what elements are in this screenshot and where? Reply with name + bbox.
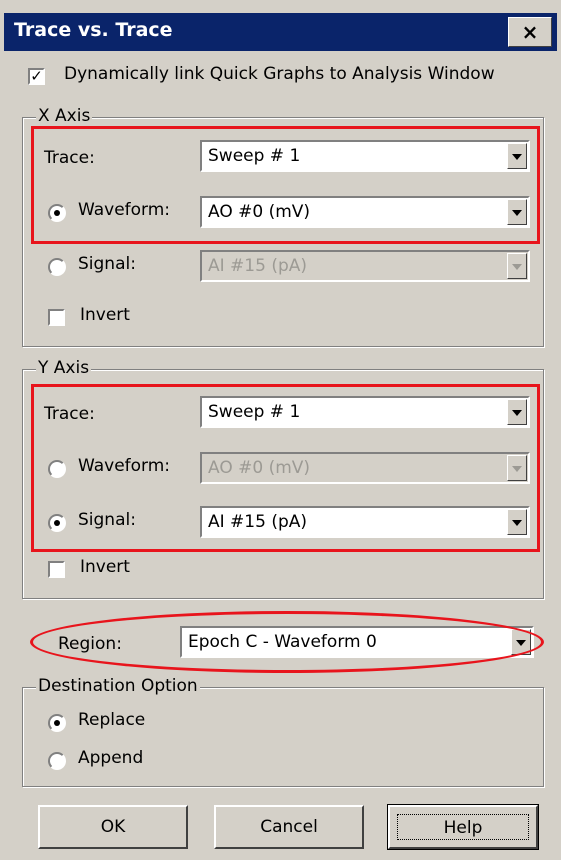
help-button[interactable]: Help: [387, 804, 539, 850]
y-signal-radio[interactable]: [48, 514, 66, 532]
cancel-button[interactable]: Cancel: [214, 805, 364, 849]
y-waveform-select: AO #0 (mV): [200, 452, 530, 484]
y-invert-label: Invert: [80, 557, 130, 577]
y-signal-label: Signal:: [78, 510, 136, 530]
y-waveform-radio[interactable]: [48, 460, 66, 478]
replace-label: Replace: [78, 710, 146, 730]
title-bar[interactable]: Trace vs. Trace: [4, 13, 557, 51]
chevron-down-icon[interactable]: [507, 399, 527, 425]
y-signal-select[interactable]: AI #15 (pA): [200, 506, 530, 538]
dialog-title: Trace vs. Trace: [14, 19, 173, 41]
x-waveform-label: Waveform:: [78, 200, 171, 220]
x-trace-label: Trace:: [44, 148, 95, 168]
x-signal-value: AI #15 (pA): [208, 256, 308, 276]
y-trace-value: Sweep # 1: [208, 402, 301, 422]
chevron-down-icon: [507, 253, 527, 279]
region-value: Epoch C - Waveform 0: [188, 632, 377, 652]
x-waveform-select[interactable]: AO #0 (mV): [200, 196, 530, 228]
trace-vs-trace-dialog: Trace vs. Trace × ✓ Dynamically link Qui…: [0, 0, 561, 860]
region-select[interactable]: Epoch C - Waveform 0: [180, 626, 534, 658]
y-waveform-label: Waveform:: [78, 456, 171, 476]
ok-button[interactable]: OK: [38, 805, 188, 849]
help-button-label: Help: [443, 818, 483, 838]
append-label: Append: [78, 748, 144, 768]
x-waveform-value: AO #0 (mV): [208, 202, 311, 222]
x-trace-value: Sweep # 1: [208, 146, 301, 166]
destination-group-label: Destination Option: [36, 676, 200, 696]
append-radio[interactable]: [48, 752, 66, 770]
x-trace-select[interactable]: Sweep # 1: [200, 140, 530, 172]
chevron-down-icon[interactable]: [507, 509, 527, 535]
x-signal-label: Signal:: [78, 254, 136, 274]
y-waveform-value: AO #0 (mV): [208, 458, 311, 478]
chevron-down-icon[interactable]: [507, 199, 527, 225]
close-icon: ×: [521, 20, 539, 44]
link-quick-graphs-checkbox[interactable]: ✓: [28, 68, 45, 85]
chevron-down-icon[interactable]: [507, 143, 527, 169]
y-axis-group-label: Y Axis: [36, 358, 92, 378]
destination-group: [22, 687, 544, 787]
y-signal-value: AI #15 (pA): [208, 512, 308, 532]
close-button[interactable]: ×: [508, 17, 552, 47]
x-invert-label: Invert: [80, 305, 130, 325]
x-signal-select: AI #15 (pA): [200, 250, 530, 282]
chevron-down-icon: [507, 455, 527, 481]
x-waveform-radio[interactable]: [48, 204, 66, 222]
x-axis-group-label: X Axis: [36, 106, 93, 126]
cancel-button-label: Cancel: [260, 817, 318, 837]
ok-button-label: OK: [100, 817, 126, 837]
x-signal-radio[interactable]: [48, 258, 66, 276]
replace-radio[interactable]: [48, 714, 66, 732]
region-label: Region:: [58, 634, 122, 654]
x-invert-checkbox[interactable]: [48, 309, 65, 326]
link-quick-graphs-label: Dynamically link Quick Graphs to Analysi…: [64, 64, 495, 84]
y-invert-checkbox[interactable]: [48, 561, 65, 578]
y-trace-select[interactable]: Sweep # 1: [200, 396, 530, 428]
y-trace-label: Trace:: [44, 404, 95, 424]
chevron-down-icon[interactable]: [511, 629, 531, 655]
help-focus-rect: Help: [397, 814, 529, 840]
